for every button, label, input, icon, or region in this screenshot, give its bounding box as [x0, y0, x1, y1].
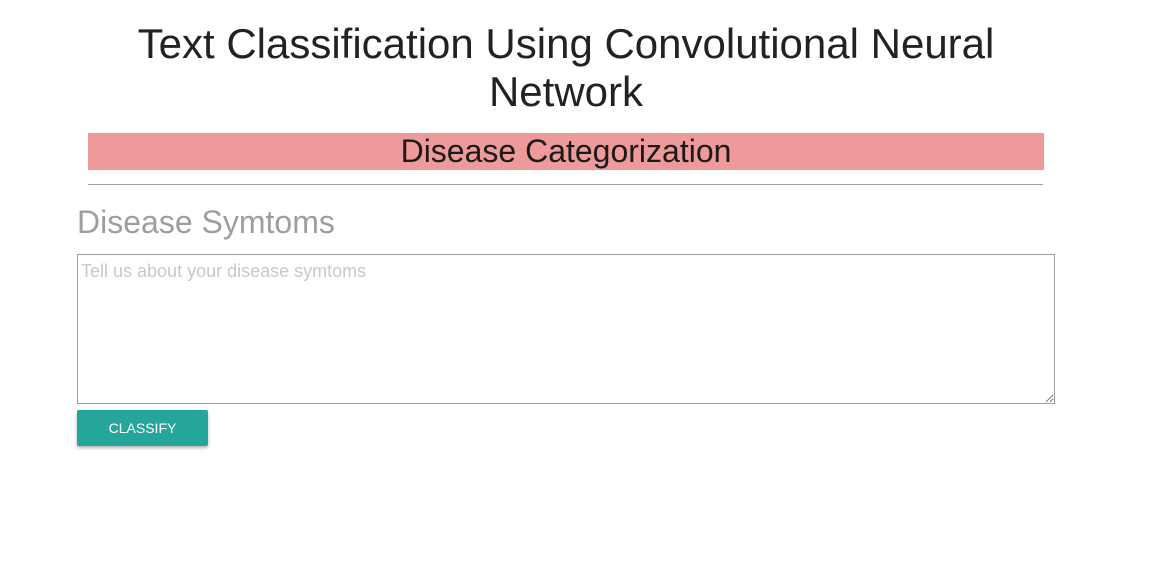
symptoms-input[interactable]	[77, 254, 1055, 404]
classify-button[interactable]: CLASSIFY	[77, 410, 208, 446]
divider	[88, 184, 1043, 185]
symptoms-label: Disease Symtoms	[77, 204, 335, 240]
category-banner: Disease Categorization	[88, 133, 1044, 170]
page-title: Text Classification Using Convolutional …	[137, 20, 995, 115]
